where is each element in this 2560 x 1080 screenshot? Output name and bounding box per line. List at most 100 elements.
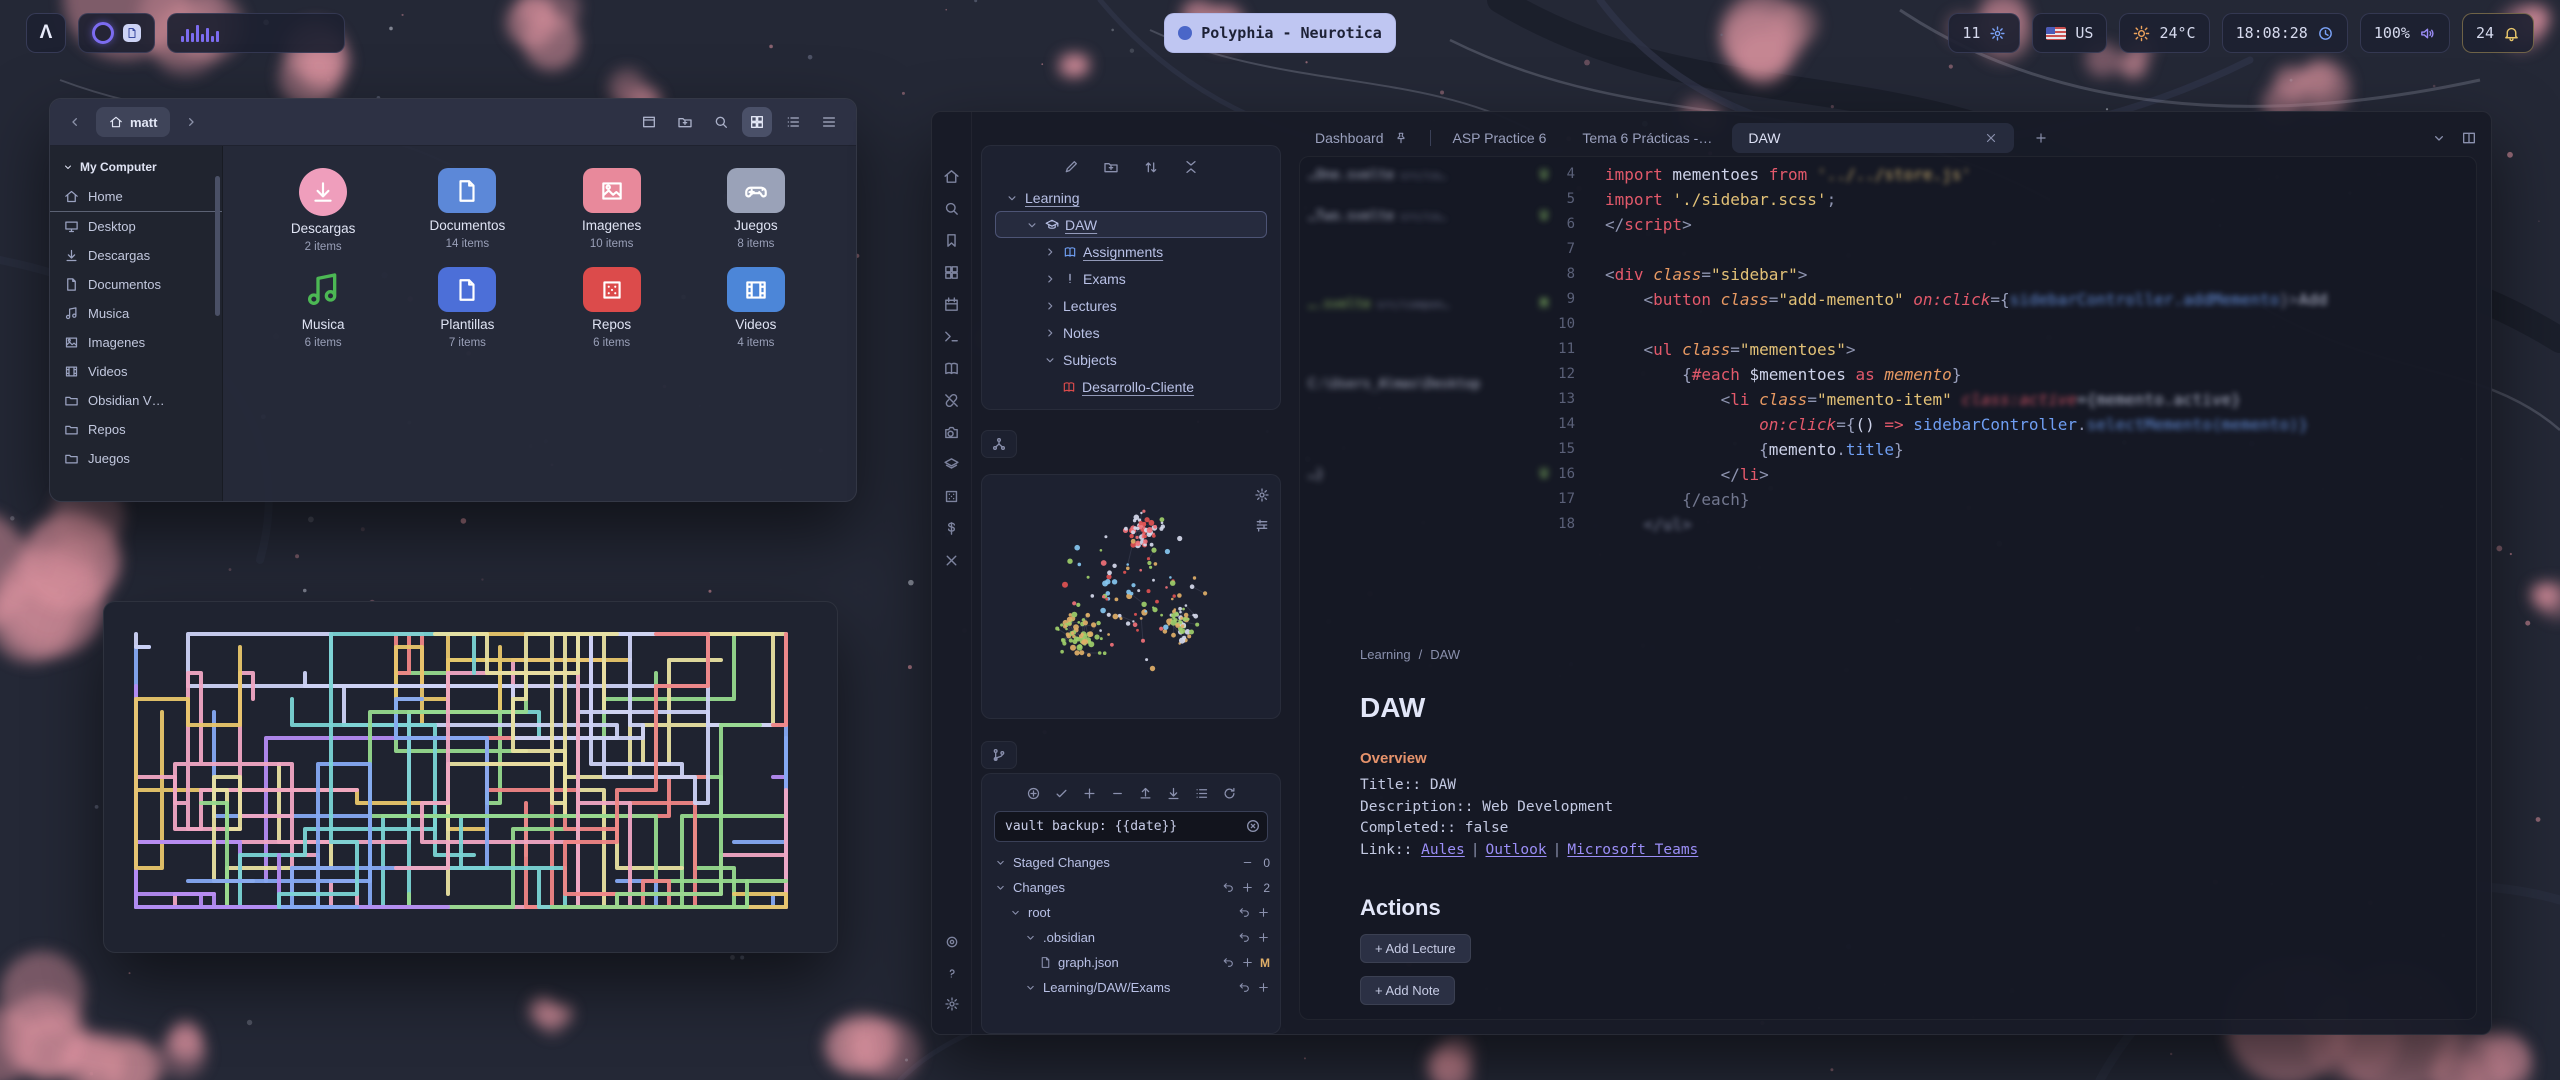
launcher-button[interactable]: Λ — [26, 13, 66, 53]
grid-view-button[interactable] — [742, 107, 772, 137]
sidebar-item-obsidian-v-[interactable]: Obsidian V… — [50, 386, 222, 415]
git-row-root[interactable]: root — [982, 900, 1280, 925]
link-aules[interactable]: Aules — [1421, 842, 1465, 858]
sort-icon[interactable] — [1143, 159, 1159, 175]
breadcrumb-segment[interactable]: DAW — [1430, 647, 1460, 662]
breadcrumb-segment[interactable]: Learning — [1360, 647, 1411, 662]
graph-pane-icon[interactable] — [991, 436, 1007, 452]
terminal-icon[interactable] — [943, 328, 960, 345]
tab-asp-practice-6[interactable]: ASP Practice 6 — [1437, 123, 1563, 153]
panel-view-button[interactable] — [634, 107, 664, 137]
folder-plus-icon[interactable] — [1103, 159, 1119, 175]
layers-icon[interactable] — [943, 456, 960, 473]
sidebar-item-imagenes[interactable]: Imagenes — [50, 328, 222, 357]
plus-icon[interactable] — [1241, 956, 1254, 969]
module-volume[interactable]: 100% — [2360, 13, 2450, 53]
folder-repos[interactable]: Repos6 items — [540, 267, 684, 349]
menu-view-button[interactable] — [814, 107, 844, 137]
pencil-icon[interactable] — [1063, 159, 1079, 175]
search-view-button[interactable] — [706, 107, 736, 137]
undo-icon[interactable] — [1222, 956, 1235, 969]
caret-down-icon[interactable] — [62, 161, 74, 173]
git-pane-icon[interactable] — [991, 747, 1007, 763]
undo-icon[interactable] — [1238, 931, 1251, 944]
tree-item-daw[interactable]: DAW — [995, 211, 1267, 238]
close-tab-icon[interactable] — [1984, 131, 1998, 145]
action-button--add-lecture[interactable]: + Add Lecture — [1360, 934, 1471, 963]
gear-icon[interactable] — [944, 996, 960, 1012]
split-view-icon[interactable] — [2461, 130, 2477, 146]
list-icon[interactable] — [1194, 786, 1209, 801]
git-row-changes[interactable]: Changes2 — [982, 875, 1280, 900]
folder-descargas[interactable]: Descargas2 items — [251, 168, 395, 253]
folder-musica[interactable]: Musica6 items — [251, 267, 395, 349]
module-weather[interactable]: 24°C — [2119, 13, 2209, 53]
calendar-icon[interactable] — [943, 296, 960, 313]
module-keyboard[interactable]: US — [2032, 13, 2107, 53]
path-pill[interactable]: matt — [96, 107, 170, 137]
help-icon[interactable] — [944, 965, 960, 981]
dice-icon[interactable] — [943, 488, 960, 505]
tab-list-icon[interactable] — [2431, 130, 2447, 146]
git-row-learning-daw-exams[interactable]: Learning/DAW/Exams — [982, 975, 1280, 1000]
record-icon[interactable] — [944, 934, 960, 950]
tree-item-assignments[interactable]: Assignments — [982, 238, 1280, 265]
gear-icon[interactable] — [1254, 487, 1270, 503]
link-microsoft-teams[interactable]: Microsoft Teams — [1567, 842, 1698, 858]
book-icon[interactable] — [943, 360, 960, 377]
notes-app-icon[interactable] — [123, 24, 141, 42]
clear-icon[interactable] — [1245, 818, 1261, 834]
plus-icon[interactable] — [1257, 931, 1270, 944]
plus-icon[interactable] — [1082, 786, 1097, 801]
collapse-icon[interactable] — [1183, 159, 1199, 175]
forward-button[interactable] — [178, 109, 204, 135]
home-icon[interactable] — [943, 168, 960, 185]
sidebar-item-desktop[interactable]: Desktop — [50, 212, 222, 241]
code-editor[interactable]: 4import mementoes from '../../store.js'5… — [1300, 162, 2476, 537]
bookmark-icon[interactable] — [943, 232, 960, 249]
action-button--add-note[interactable]: + Add Note — [1360, 976, 1455, 1005]
git-row--obsidian[interactable]: .obsidian — [982, 925, 1280, 950]
undo-icon[interactable] — [1238, 906, 1251, 919]
minus-icon[interactable] — [1241, 856, 1254, 869]
module-clock[interactable]: 18:08:28 — [2222, 13, 2348, 53]
minus-icon[interactable] — [1110, 786, 1125, 801]
graph-view[interactable] — [982, 475, 1280, 718]
search-icon[interactable] — [943, 200, 960, 217]
refresh-icon[interactable] — [1222, 786, 1237, 801]
plus-circle-icon[interactable] — [1026, 786, 1041, 801]
tab-tema-6-pr-cticas-[interactable]: Tema 6 Prácticas -… — [1566, 123, 1728, 153]
sidebar-item-home[interactable]: Home — [50, 182, 222, 212]
disc-icon[interactable] — [92, 22, 114, 44]
folder-juegos[interactable]: Juegos8 items — [684, 168, 828, 253]
module-notifications[interactable]: 24 — [2462, 13, 2534, 53]
download-icon[interactable] — [1166, 786, 1181, 801]
module-updates[interactable]: 11 — [1948, 13, 2020, 53]
plus-icon[interactable] — [1241, 881, 1254, 894]
git-pane-tab[interactable] — [981, 741, 1017, 769]
link-outlook[interactable]: Outlook — [1486, 842, 1547, 858]
tab-dashboard[interactable]: Dashboard — [1299, 123, 1424, 153]
check-icon[interactable] — [1054, 786, 1069, 801]
pin-icon[interactable] — [1394, 131, 1408, 145]
back-button[interactable] — [62, 109, 88, 135]
sidebar-item-repos[interactable]: Repos — [50, 415, 222, 444]
sidebar-item-musica[interactable]: Musica — [50, 299, 222, 328]
undo-icon[interactable] — [1222, 881, 1235, 894]
tab-daw[interactable]: DAW — [1732, 123, 2014, 153]
tree-item-lectures[interactable]: Lectures — [982, 292, 1280, 319]
tree-item-learning[interactable]: Learning — [982, 184, 1280, 211]
folder-plantillas[interactable]: Plantillas7 items — [395, 267, 539, 349]
list-view-button[interactable] — [778, 107, 808, 137]
tree-item-exams[interactable]: Exams — [982, 265, 1280, 292]
undo-icon[interactable] — [1238, 981, 1251, 994]
tree-item-desarrollo-cliente[interactable]: Desarrollo-Cliente — [982, 373, 1280, 400]
graph-pane-tab[interactable] — [981, 430, 1017, 458]
media-player-pill[interactable]: Polyphia - Neurotica — [1164, 13, 1396, 53]
sidebar-item-videos[interactable]: Videos — [50, 357, 222, 386]
plus-icon[interactable] — [1257, 981, 1270, 994]
clear-message-icon[interactable] — [1245, 818, 1261, 834]
git-row-staged-changes[interactable]: Staged Changes0 — [982, 850, 1280, 875]
sidebar-item-juegos[interactable]: Juegos — [50, 444, 222, 473]
close-icon[interactable] — [943, 552, 960, 569]
